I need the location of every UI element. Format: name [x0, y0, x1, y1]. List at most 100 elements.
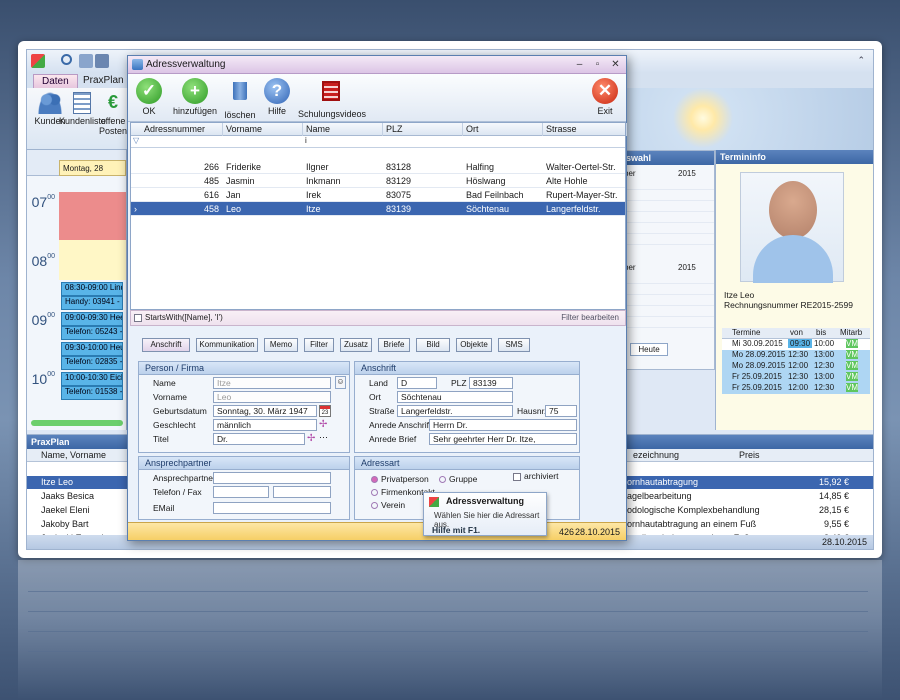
tab-kommunikation[interactable]: Kommunikation: [196, 338, 258, 352]
tab-filter[interactable]: Filter: [304, 338, 334, 352]
ansprechpartner-field[interactable]: [213, 472, 331, 484]
year-value: 2015: [678, 169, 696, 178]
col-bezeichnung[interactable]: ezeichnung: [633, 449, 679, 462]
hausnr-label: Hausnr.: [517, 406, 547, 416]
ok-label: OK: [142, 106, 156, 116]
col-strasse[interactable]: Strasse: [543, 123, 627, 136]
geburtsdatum-field[interactable]: Sonntag, 30. März 1947: [213, 405, 317, 417]
appointment[interactable]: Telefon: 01538 -: [61, 386, 123, 400]
radio-verein[interactable]: Verein: [371, 500, 405, 510]
link-icon[interactable]: ✢: [319, 419, 327, 430]
appointment[interactable]: Telefon: 05243 -: [61, 326, 123, 340]
name-field[interactable]: Itze: [213, 377, 331, 389]
patient-name: Itze Leo: [724, 290, 755, 300]
cell-ort: Söchtenau: [466, 204, 510, 214]
land-field[interactable]: D: [397, 377, 437, 389]
tab-objekte[interactable]: Objekte: [456, 338, 492, 352]
tab-daten[interactable]: Daten: [33, 74, 78, 88]
minimize-ribbon-icon[interactable]: ⌃: [857, 55, 865, 66]
archiviert-label: archiviert: [524, 471, 559, 481]
tab-anschrift[interactable]: Anschrift: [142, 338, 190, 352]
tab-zusatz[interactable]: Zusatz: [340, 338, 372, 352]
maximize-icon[interactable]: ▫: [591, 58, 604, 71]
cell-plz: 83128: [386, 162, 412, 172]
anrede-brief-field[interactable]: Sehr geehrter Herr Dr. Itze,: [429, 433, 577, 445]
cell-nr: 616: [203, 190, 219, 200]
appointment[interactable]: 10:00-10:30 Eich: [61, 372, 123, 386]
delete-button[interactable]: löschen: [224, 78, 256, 120]
exit-button[interactable]: ✕ Exit: [590, 78, 620, 116]
filter-expression[interactable]: StartsWith([Name], 'I'): [145, 311, 223, 325]
titel-field[interactable]: Dr.: [213, 433, 305, 445]
col-preis[interactable]: Preis: [739, 449, 760, 462]
help-button[interactable]: ? Hilfe: [262, 78, 292, 116]
grid-filter-row[interactable]: ▽ i: [131, 136, 625, 148]
ok-button[interactable]: ✓ OK: [134, 78, 164, 116]
appointment[interactable]: Telefon: 02835 -: [61, 356, 123, 370]
appointment[interactable]: 08:30-09:00 Lind: [61, 282, 123, 296]
col-mitarb: Mitarb: [840, 328, 863, 337]
tool-icon[interactable]: [79, 54, 93, 68]
anrede-anschrift-field[interactable]: Herrn Dr.: [429, 419, 577, 431]
tab-praxplan[interactable]: PraxPlan: [75, 74, 132, 88]
ort-field[interactable]: Söchtenau: [397, 391, 513, 403]
filter-edit-link[interactable]: Filter bearbeiten: [561, 311, 619, 325]
horizontal-scrollbar[interactable]: [31, 420, 123, 426]
close-icon[interactable]: ✕: [609, 58, 622, 71]
appointment[interactable]: Handy: 03941 - 9: [61, 296, 123, 310]
tab-sms[interactable]: SMS: [498, 338, 530, 352]
more-icon[interactable]: ⋯: [319, 432, 328, 443]
today-button[interactable]: Heute: [630, 343, 668, 356]
offene-posten-button[interactable]: € offene Posten: [99, 92, 127, 136]
col-name-vorname[interactable]: Name, Vorname: [41, 449, 106, 462]
plz-field[interactable]: 83139: [469, 377, 513, 389]
calendar-icon[interactable]: 23: [319, 405, 331, 417]
vorname-field[interactable]: Leo: [213, 391, 331, 403]
col-adressnummer[interactable]: Adressnummer: [141, 123, 223, 136]
table-row[interactable]: Fr 25.09.2015 12:00 12:30 VM: [722, 383, 870, 394]
month-grid-2[interactable]: [624, 273, 714, 333]
filter-name-value[interactable]: i: [305, 136, 307, 145]
person-icon[interactable]: ☺: [335, 376, 346, 389]
appointment[interactable]: 09:30-10:00 Heus: [61, 342, 123, 356]
minimize-icon[interactable]: –: [573, 58, 586, 71]
videos-button[interactable]: Schulungsvideos: [298, 78, 366, 119]
termininfo-panel: Termininfo Itze Leo Rechnungsnummer RE20…: [715, 150, 873, 430]
table-row[interactable]: 266 Friderike Ilgner 83128 Halfing Walte…: [131, 160, 625, 174]
col-ort[interactable]: Ort: [463, 123, 543, 136]
tab-memo[interactable]: Memo: [264, 338, 298, 352]
fax-field[interactable]: [273, 486, 331, 498]
tab-bild[interactable]: Bild: [416, 338, 450, 352]
col-vorname[interactable]: Vorname: [223, 123, 303, 136]
strasse-field[interactable]: Langerfeldstr.: [397, 405, 513, 417]
email-field[interactable]: [213, 502, 331, 514]
cell-strasse: Walter-Oertel-Str.: [546, 162, 616, 172]
app-menu-icon[interactable]: [31, 54, 45, 68]
table-row[interactable]: Mi 30.09.2015 09:30 10:00 VM: [722, 339, 870, 350]
telefon-field[interactable]: [213, 486, 269, 498]
vorname-label: Vorname: [153, 392, 188, 402]
month-grid[interactable]: [624, 179, 714, 249]
table-row-selected[interactable]: › 458 Leo Itze 83139 Söchtenau Langerfel…: [131, 202, 625, 216]
appointment[interactable]: 09:00-09:30 Heel: [61, 312, 123, 326]
table-row[interactable]: 616 Jan Irek 83075 Bad Feilnbach Rupert-…: [131, 188, 625, 202]
dialog-status-bar: 426 28.10.2015: [128, 522, 626, 540]
table-row[interactable]: 485 Jasmin Inkmann 83129 Höslwang Alte H…: [131, 174, 625, 188]
filter-checkbox[interactable]: [134, 314, 142, 322]
geschlecht-field[interactable]: männlich: [213, 419, 317, 431]
table-row[interactable]: Fr 25.09.2015 12:30 13:00 VM: [722, 372, 870, 383]
col-plz[interactable]: PLZ: [383, 123, 463, 136]
search-icon[interactable]: [61, 54, 72, 65]
print-icon[interactable]: [95, 54, 109, 68]
radio-gruppe[interactable]: Gruppe: [439, 474, 477, 484]
checkbox-archiviert[interactable]: archiviert: [513, 471, 558, 481]
radio-privatperson[interactable]: Privatperson: [371, 474, 429, 484]
table-row[interactable]: Mo 28.09.2015 12:30 13:00 VM: [722, 350, 870, 361]
tab-briefe[interactable]: Briefe: [378, 338, 410, 352]
table-row[interactable]: Mo 28.09.2015 12:00 12:30 VM: [722, 361, 870, 372]
dialog-title: Adressverwaltung: [146, 59, 226, 70]
hausnr-field[interactable]: 75: [545, 405, 577, 417]
link-icon[interactable]: ✢: [307, 433, 315, 444]
col-name[interactable]: Name: [303, 123, 383, 136]
add-button[interactable]: + hinzufügen: [170, 78, 220, 116]
